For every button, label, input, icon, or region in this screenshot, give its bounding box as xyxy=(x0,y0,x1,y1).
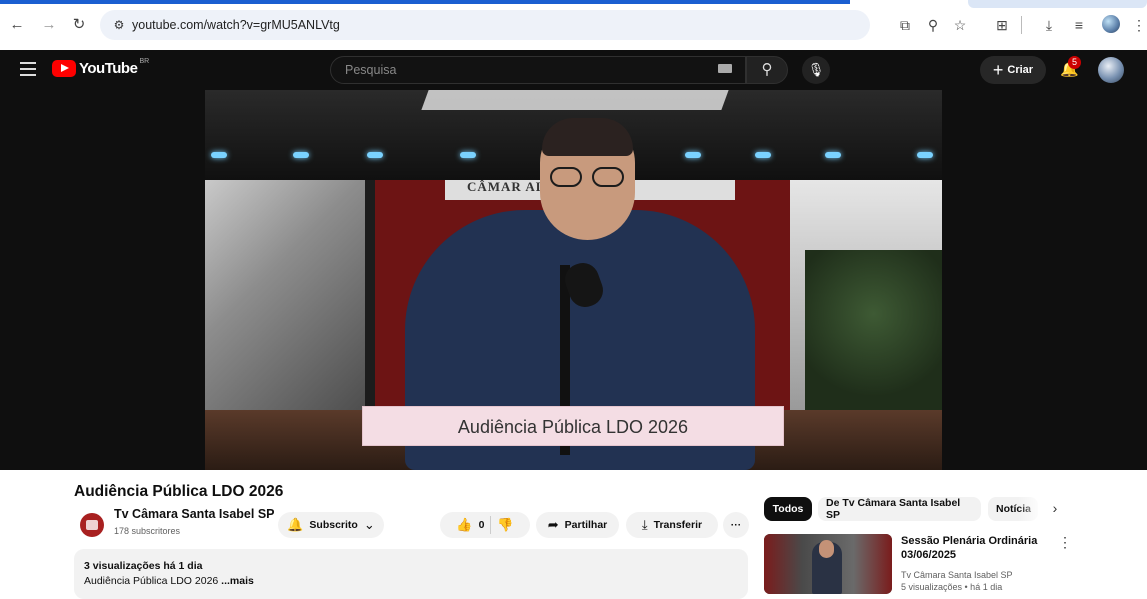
youtube-play-icon xyxy=(52,60,76,77)
create-label: Criar xyxy=(1007,64,1034,76)
description-body: Audiência Pública LDO 2026 xyxy=(84,575,222,587)
share-icon: ➦ xyxy=(547,517,559,532)
ceiling-light xyxy=(367,152,383,158)
like-divider xyxy=(490,516,492,534)
ceiling-beam xyxy=(421,90,729,110)
presenter-hair xyxy=(542,118,633,156)
bookmark-star-icon[interactable]: ☆ xyxy=(951,16,969,34)
notifications-badge: 5 xyxy=(1068,56,1081,69)
search-placeholder: Pesquisa xyxy=(345,63,397,77)
active-tab-indicator xyxy=(0,0,850,4)
forward-arrow-icon[interactable]: → xyxy=(40,16,58,34)
thumbs-up-icon[interactable]: 👍 xyxy=(456,517,472,533)
subscribe-label: Subscrito xyxy=(309,519,358,531)
like-count[interactable]: 0 xyxy=(479,519,485,531)
ceiling-light xyxy=(917,152,933,158)
chevron-down-icon: ⌄ xyxy=(363,517,375,532)
more-menu-icon[interactable]: ⋮ xyxy=(1130,16,1147,34)
presenter-glasses xyxy=(550,167,626,187)
search-input[interactable]: Pesquisa xyxy=(330,56,746,84)
logo-text: YouTube xyxy=(79,60,138,77)
chevron-right-icon[interactable]: › xyxy=(1046,499,1064,517)
more-actions-icon: ··· xyxy=(730,519,742,531)
background-trees xyxy=(805,250,942,410)
reload-icon[interactable]: ↻ xyxy=(70,16,88,34)
profile-icon[interactable] xyxy=(1102,15,1120,33)
subscriber-count: 178 subscritores xyxy=(114,526,181,536)
share-button[interactable]: ➦ Partilhar xyxy=(536,512,619,538)
download-icon[interactable]: ⤓ xyxy=(1040,16,1058,34)
thumbs-down-icon[interactable]: 👎 xyxy=(497,517,513,533)
voice-search-button[interactable]: 🎙 xyxy=(802,56,830,84)
channel-name[interactable]: Tv Câmara Santa Isabel SP xyxy=(114,507,275,521)
create-button[interactable]: + Criar xyxy=(980,56,1046,84)
recommended-meta: 5 visualizações • há 1 dia xyxy=(901,582,1003,592)
video-caption: Audiência Pública LDO 2026 xyxy=(362,406,784,446)
more-actions-button[interactable]: ··· xyxy=(723,512,749,538)
recommended-menu-icon[interactable]: ⋮ xyxy=(1058,534,1072,551)
keyboard-icon[interactable] xyxy=(718,64,732,73)
search-icon: ⚲ xyxy=(761,61,773,78)
url-text[interactable]: youtube.com/watch?v=grMU5ANLVtg xyxy=(132,18,340,32)
ceiling-light xyxy=(293,152,309,158)
chip-fade xyxy=(1018,495,1044,523)
search-button[interactable]: ⚲ xyxy=(746,56,788,84)
back-arrow-icon[interactable]: ← xyxy=(8,16,26,34)
reading-list-icon[interactable]: ≡ xyxy=(1070,16,1088,34)
youtube-logo[interactable]: YouTube BR xyxy=(52,58,150,77)
recommended-title[interactable]: Sessão Plenária Ordinária 03/06/2025 xyxy=(901,534,1051,562)
microphone-icon: 🎙 xyxy=(807,62,825,77)
ceiling-light xyxy=(685,152,701,158)
site-settings-icon[interactable]: ⚙ xyxy=(110,16,128,34)
toolbar-divider xyxy=(1021,16,1022,34)
ceiling-light xyxy=(211,152,227,158)
channel-avatar[interactable] xyxy=(80,513,104,537)
extensions-icon[interactable]: ⊞ xyxy=(993,16,1011,34)
ceiling-light xyxy=(460,152,476,158)
video-title: Audiência Pública LDO 2026 xyxy=(74,483,284,500)
download-icon: ⤓ xyxy=(641,517,648,532)
ceiling-light xyxy=(825,152,841,158)
zoom-icon[interactable]: ⚲ xyxy=(924,16,942,34)
tab-strip-right xyxy=(968,0,1147,8)
video-player[interactable]: CÂMAR AL Audiência Pública LDO 2026 xyxy=(5,90,1145,470)
bell-icon: 🔔 xyxy=(287,517,304,532)
chip-from-channel[interactable]: De Tv Câmara Santa Isabel SP xyxy=(818,497,981,521)
download-label: Transferir xyxy=(653,519,703,531)
description-more-link[interactable]: ...mais xyxy=(221,575,254,587)
chip-all[interactable]: Todos xyxy=(764,497,812,521)
like-dislike-group: 👍 0 👎 xyxy=(440,512,530,538)
background-left-structure xyxy=(205,180,365,410)
description-text: Audiência Pública LDO 2026 ...mais xyxy=(84,575,254,587)
video-frame: CÂMAR AL Audiência Pública LDO 2026 xyxy=(205,90,942,470)
country-code: BR xyxy=(139,58,150,65)
account-avatar[interactable] xyxy=(1098,57,1124,83)
subscribe-button[interactable]: 🔔 Subscrito ⌄ xyxy=(278,512,384,538)
cast-icon[interactable]: ⧉ xyxy=(896,16,914,34)
download-button[interactable]: ⤓ Transferir xyxy=(626,512,718,538)
menu-icon[interactable] xyxy=(20,62,36,76)
wall-text: CÂMAR AL xyxy=(467,179,546,194)
address-bar[interactable]: ⚙ youtube.com/watch?v=grMU5ANLVtg xyxy=(100,10,870,40)
recommended-channel[interactable]: Tv Câmara Santa Isabel SP xyxy=(901,570,1013,580)
view-count-date: 3 visualizações há 1 dia xyxy=(84,560,203,572)
ceiling-light xyxy=(755,152,771,158)
recommended-thumbnail[interactable] xyxy=(764,534,892,594)
description-box[interactable] xyxy=(74,549,748,599)
thumbnail-speaker-head xyxy=(819,540,834,558)
share-label: Partilhar xyxy=(564,519,608,531)
plus-icon: + xyxy=(992,60,1004,80)
